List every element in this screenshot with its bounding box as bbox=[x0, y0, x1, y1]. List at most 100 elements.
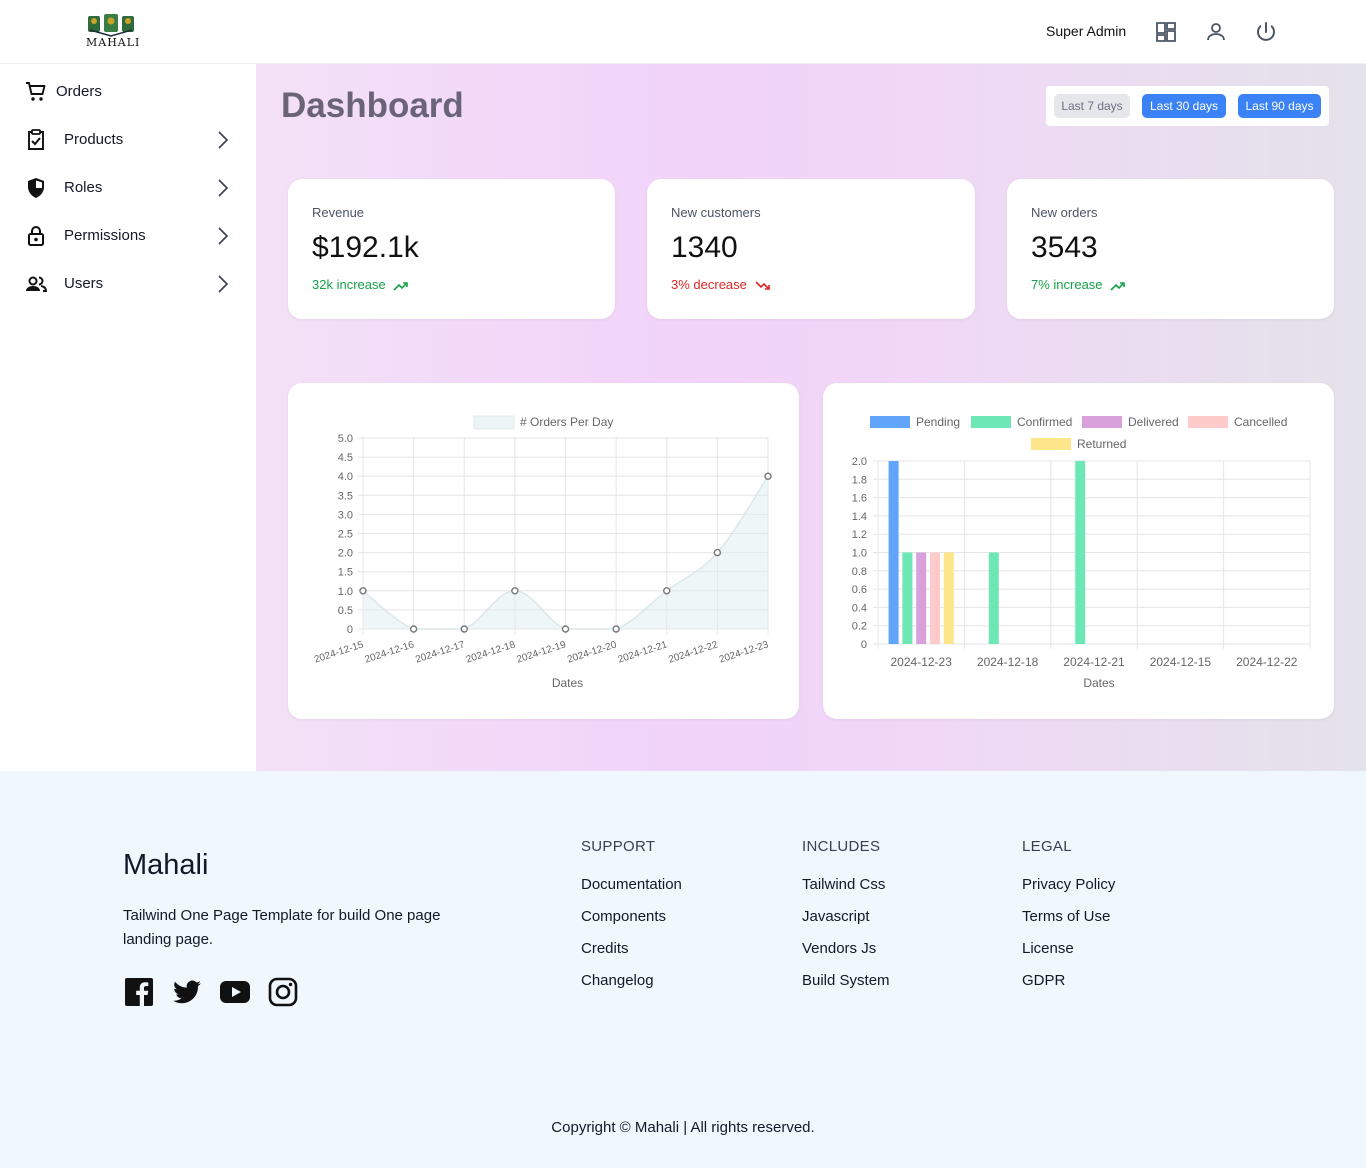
y-tick-label: 1.8 bbox=[852, 474, 867, 486]
y-tick-label: 4.5 bbox=[338, 452, 353, 464]
legend-swatch bbox=[473, 415, 515, 430]
sidebar-item-users[interactable]: Users bbox=[0, 260, 256, 308]
footer-link[interactable]: Changelog bbox=[581, 972, 682, 991]
orders-per-day-chart: 5.0 4.5 4.0 3.5 3.0 2.5 2.0 1.5 1.0 0.5 0 2024-12-1… bbox=[288, 383, 799, 719]
legend-swatch bbox=[1031, 438, 1071, 450]
legend-label: Confirmed bbox=[1017, 415, 1072, 429]
range-button-7-days[interactable]: Last 7 days bbox=[1054, 94, 1130, 118]
stat-card-revenue: Revenue $192.1k 32k increase bbox=[288, 179, 615, 319]
y-tick-label: 2.5 bbox=[338, 529, 353, 541]
footer-link[interactable]: Javascript bbox=[802, 908, 890, 927]
instagram-icon[interactable] bbox=[267, 976, 299, 1008]
x-tick-label: 2024-12-20 bbox=[566, 639, 618, 665]
stat-delta-text: 7% increase bbox=[1031, 277, 1103, 292]
footer-column-title: LEGAL bbox=[1022, 838, 1072, 855]
facebook-icon[interactable] bbox=[123, 976, 155, 1008]
x-tick-label: 2024-12-19 bbox=[515, 639, 567, 665]
bar-returned bbox=[943, 552, 954, 644]
y-tick-label: 1.2 bbox=[852, 529, 867, 541]
footer-link[interactable]: License bbox=[1022, 940, 1115, 959]
x-tick-label: 2024-12-22 bbox=[1236, 655, 1298, 669]
youtube-icon[interactable] bbox=[219, 976, 251, 1008]
shield-icon bbox=[28, 178, 44, 198]
top-bar: MAHALI Super Admin bbox=[0, 0, 1366, 64]
footer-link[interactable]: Privacy Policy bbox=[1022, 876, 1115, 895]
footer-link[interactable]: Tailwind Css bbox=[802, 876, 890, 895]
footer-column-title: INCLUDES bbox=[802, 838, 881, 855]
y-tick-label: 0 bbox=[347, 624, 353, 636]
sidebar-item-label: Permissions bbox=[64, 227, 146, 244]
stat-label: New orders bbox=[1031, 205, 1098, 220]
legend-swatch bbox=[1188, 416, 1228, 428]
bar-confirmed bbox=[988, 552, 999, 644]
footer-column-legal: LEGAL Privacy Policy Terms of Use Licens… bbox=[1022, 838, 1115, 991]
legend-label: Returned bbox=[1077, 437, 1126, 451]
y-tick-label: 1.4 bbox=[852, 511, 867, 523]
power-icon[interactable] bbox=[1254, 20, 1278, 44]
x-tick-label: 2024-12-23 bbox=[891, 655, 953, 669]
data-point bbox=[612, 625, 620, 633]
sidebar-item-label: Orders bbox=[56, 83, 102, 100]
sidebar-item-products[interactable]: Products bbox=[0, 116, 256, 164]
footer-link[interactable]: Components bbox=[581, 908, 682, 927]
dashboard-icon[interactable] bbox=[1154, 20, 1178, 44]
x-tick-label: 2024-12-18 bbox=[465, 639, 517, 665]
y-tick-label: 2.0 bbox=[852, 456, 867, 468]
footer-link[interactable]: GDPR bbox=[1022, 972, 1115, 991]
legend-label: Delivered bbox=[1128, 415, 1179, 429]
chevron-right-icon[interactable] bbox=[212, 272, 234, 296]
data-point bbox=[511, 587, 519, 595]
bar-pending bbox=[888, 461, 899, 644]
x-tick-label: 2024-12-22 bbox=[667, 639, 719, 665]
bar-confirmed bbox=[902, 552, 913, 644]
sidebar-item-orders[interactable]: Orders bbox=[0, 68, 256, 116]
legend-label: Pending bbox=[916, 415, 960, 429]
user-icon[interactable] bbox=[1204, 20, 1228, 44]
y-tick-label: 0.8 bbox=[852, 566, 867, 578]
bar-chart-canvas: 2.0 1.8 1.6 1.4 1.2 1.0 0.8 0.6 0.4 0.2 0 2024-12-2… bbox=[852, 415, 1311, 690]
footer-link[interactable]: Credits bbox=[581, 940, 682, 959]
y-tick-label: 1.5 bbox=[338, 567, 353, 579]
footer-link[interactable]: Vendors Js bbox=[802, 940, 890, 959]
line-chart-canvas: 5.0 4.5 4.0 3.5 3.0 2.5 2.0 1.5 1.0 0.5 0 2024-12-1… bbox=[313, 415, 772, 690]
stat-label: New customers bbox=[671, 205, 761, 220]
clipboard-check-icon bbox=[28, 129, 44, 150]
y-tick-label: 0.2 bbox=[852, 621, 867, 633]
footer-column-includes: INCLUDES Tailwind Css Javascript Vendors… bbox=[802, 838, 890, 991]
y-tick-label: 2.0 bbox=[338, 548, 353, 560]
sidebar: Orders Products Roles Permissions Users bbox=[0, 64, 256, 771]
footer-link[interactable]: Terms of Use bbox=[1022, 908, 1115, 927]
footer-brand: Mahali bbox=[123, 849, 209, 881]
sidebar-item-permissions[interactable]: Permissions bbox=[0, 212, 256, 260]
data-point bbox=[713, 548, 722, 557]
users-icon bbox=[26, 276, 48, 292]
chevron-right-icon[interactable] bbox=[212, 224, 234, 248]
x-tick-label: 2024-12-23 bbox=[718, 639, 770, 665]
cart-icon bbox=[26, 82, 46, 101]
legend-swatch bbox=[870, 416, 910, 428]
twitter-icon[interactable] bbox=[171, 976, 203, 1008]
user-name[interactable]: Super Admin bbox=[1046, 23, 1126, 39]
range-button-30-days[interactable]: Last 30 days bbox=[1142, 94, 1226, 118]
y-tick-label: 0.6 bbox=[852, 584, 867, 596]
y-tick-label: 1.6 bbox=[852, 493, 867, 505]
bar-delivered bbox=[916, 552, 927, 644]
chevron-right-icon[interactable] bbox=[212, 128, 234, 152]
y-tick-label: 3.5 bbox=[338, 490, 353, 502]
y-tick-label: 0 bbox=[861, 639, 867, 651]
stat-delta: 32k increase bbox=[312, 277, 409, 292]
legend-swatch bbox=[971, 416, 1011, 428]
legend-label: # Orders Per Day bbox=[520, 415, 613, 429]
sidebar-item-roles[interactable]: Roles bbox=[0, 164, 256, 212]
footer-link[interactable]: Build System bbox=[802, 972, 890, 991]
main-content: Dashboard Last 7 days Last 30 days Last … bbox=[256, 64, 1366, 771]
bar-cancelled bbox=[930, 552, 940, 644]
x-tick-label: 2024-12-21 bbox=[617, 639, 669, 665]
range-button-90-days[interactable]: Last 90 days bbox=[1238, 94, 1321, 118]
sidebar-item-label: Users bbox=[64, 275, 104, 292]
chevron-right-icon[interactable] bbox=[212, 176, 234, 200]
x-axis-title: Dates bbox=[552, 676, 583, 690]
footer-link[interactable]: Documentation bbox=[581, 876, 682, 895]
x-tick-label: 2024-12-15 bbox=[1150, 655, 1212, 669]
y-tick-label: 1.0 bbox=[852, 548, 867, 560]
